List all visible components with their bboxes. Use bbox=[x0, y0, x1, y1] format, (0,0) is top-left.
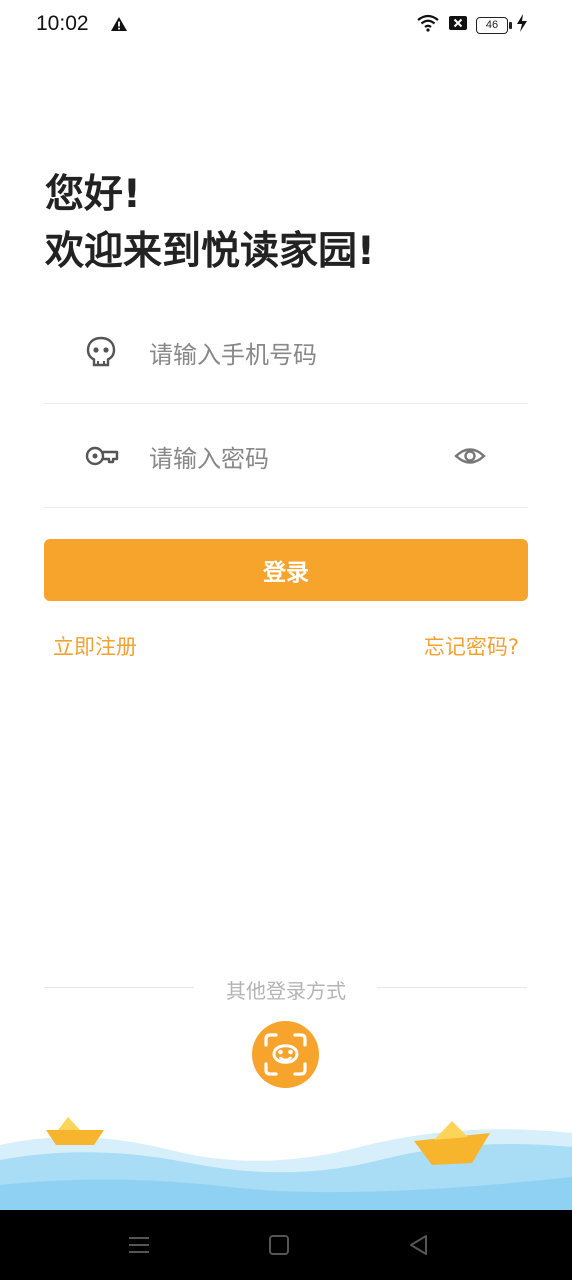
paper-boat-left bbox=[46, 1117, 104, 1145]
wifi-icon bbox=[416, 14, 440, 36]
warning-icon bbox=[110, 16, 128, 36]
divider-right bbox=[377, 987, 527, 988]
user-icon bbox=[84, 335, 118, 369]
password-input[interactable]: 请输入密码 bbox=[149, 439, 269, 474]
eye-icon[interactable] bbox=[454, 443, 486, 469]
face-login-button[interactable] bbox=[252, 1021, 319, 1088]
face-scan-icon bbox=[252, 1033, 319, 1092]
home-icon[interactable] bbox=[264, 1232, 294, 1258]
status-bar: 10:02 46 bbox=[0, 0, 572, 50]
key-icon bbox=[84, 439, 119, 473]
other-login-divider: 其他登录方式 bbox=[0, 975, 572, 1005]
menu-icon[interactable] bbox=[124, 1232, 154, 1258]
sim-off-icon bbox=[448, 14, 468, 36]
system-nav-bar bbox=[0, 1210, 572, 1280]
login-button[interactable]: 登录 bbox=[44, 539, 528, 601]
phone-field[interactable]: 请输入手机号码 bbox=[44, 299, 528, 404]
status-time: 10:02 bbox=[36, 12, 89, 35]
charging-icon bbox=[516, 14, 528, 36]
other-login-label: 其他登录方式 bbox=[226, 979, 346, 1003]
phone-input[interactable]: 请输入手机号码 bbox=[149, 335, 317, 370]
password-field[interactable]: 请输入密码 bbox=[44, 403, 528, 508]
battery-icon: 46 bbox=[476, 16, 512, 34]
greeting-hello: 您好! bbox=[45, 172, 141, 217]
greeting-welcome: 欢迎来到悦读家园! bbox=[45, 229, 375, 274]
back-icon[interactable] bbox=[404, 1232, 434, 1258]
register-link[interactable]: 立即注册 bbox=[53, 631, 137, 661]
forgot-password-link[interactable]: 忘记密码? bbox=[424, 631, 519, 661]
greeting: 您好! 欢迎来到悦读家园! bbox=[45, 166, 375, 280]
wave-decoration bbox=[0, 1105, 572, 1210]
